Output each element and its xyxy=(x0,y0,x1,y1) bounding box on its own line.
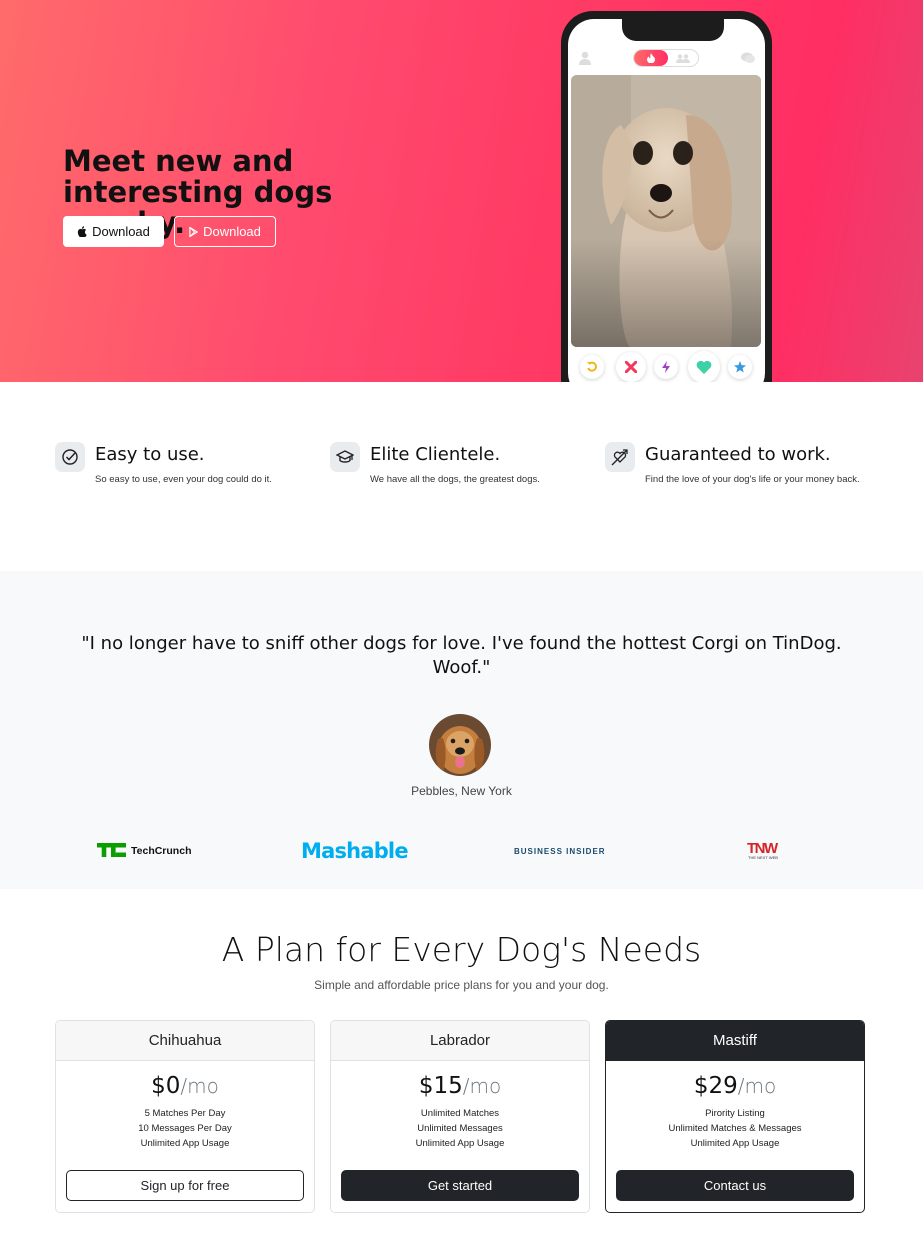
plan-price: $29/mo xyxy=(606,1073,864,1099)
get-started-button[interactable]: Get started xyxy=(341,1170,579,1201)
user-icon xyxy=(579,51,591,65)
plan-feature: Unlimited App Usage xyxy=(140,1138,230,1149)
feature-title: Easy to use. xyxy=(95,444,205,465)
hero-section: Meet new and interesting dogs nearby. Do… xyxy=(0,0,923,382)
feature-text: Find the love of your dog's life or your… xyxy=(645,474,860,485)
apple-download-button[interactable]: Download xyxy=(63,216,164,247)
price-period: /mo xyxy=(462,1074,502,1098)
plan-name: Chihuahua xyxy=(56,1021,314,1061)
plan-feature: Unlimited App Usage xyxy=(415,1138,505,1149)
plan-name: Mastiff xyxy=(606,1021,864,1061)
price-amount: $29 xyxy=(693,1073,738,1099)
price-amount: $15 xyxy=(418,1073,463,1099)
plan-card-chihuahua: Chihuahua $0/mo 5 Matches Per Day 10 Mes… xyxy=(55,1020,315,1213)
play-store-icon xyxy=(189,226,199,237)
apple-icon xyxy=(77,226,87,237)
star-icon xyxy=(734,361,746,373)
plan-feature: Unlimited Matches xyxy=(420,1108,500,1119)
business-insider-logo: BUSINESS INSIDER xyxy=(514,844,614,862)
plan-features: 5 Matches Per Day 10 Messages Per Day Un… xyxy=(56,1106,314,1151)
feature-text: So easy to use, even your dog could do i… xyxy=(95,474,272,485)
pricing-title: A Plan for Every Dog's Needs xyxy=(221,930,702,969)
testimonial-author: Pebbles, New York xyxy=(411,784,512,798)
techcrunch-logo: TechCrunch xyxy=(97,842,205,863)
tnw-subtext: THE NEXT WEB xyxy=(748,855,778,860)
chat-icon xyxy=(741,52,755,63)
feature-text: We have all the dogs, the greatest dogs. xyxy=(370,474,540,485)
heart-arrow-icon xyxy=(605,442,635,472)
plan-feature: Unlimited Matches & Messages xyxy=(668,1123,802,1134)
plan-feature: Unlimited Messages xyxy=(417,1123,503,1134)
plan-name: Labrador xyxy=(331,1021,589,1061)
techcrunch-text: TechCrunch xyxy=(131,845,191,857)
rewind-button[interactable] xyxy=(580,355,604,379)
plan-feature: 10 Messages Per Day xyxy=(138,1123,232,1134)
plan-features: Unlimited Matches Unlimited Messages Unl… xyxy=(331,1106,589,1151)
phone-screen xyxy=(568,19,765,382)
play-store-download-button[interactable]: Download xyxy=(174,216,276,247)
plan-feature: Pirority Listing xyxy=(705,1108,765,1119)
plan-price: $0/mo xyxy=(56,1073,314,1099)
contact-us-button[interactable]: Contact us xyxy=(616,1170,854,1201)
plan-features: Pirority Listing Unlimited Matches & Mes… xyxy=(606,1106,864,1151)
avatar xyxy=(429,714,491,776)
mode-toggle[interactable] xyxy=(633,49,699,67)
like-button[interactable] xyxy=(688,351,720,382)
close-icon xyxy=(625,361,637,373)
feature-title: Guaranteed to work. xyxy=(645,444,831,465)
mashable-logo: Mashable xyxy=(301,836,413,867)
plan-feature: 5 Matches Per Day xyxy=(144,1108,226,1119)
price-amount: $0 xyxy=(151,1073,181,1099)
apple-download-label: Download xyxy=(92,224,150,239)
graduation-cap-icon xyxy=(330,442,360,472)
pricing-subtitle: Simple and affordable price plans for yo… xyxy=(314,978,609,992)
feature-title: Elite Clientele. xyxy=(370,444,501,465)
heart-icon xyxy=(696,360,712,374)
price-period: /mo xyxy=(180,1074,219,1098)
sign-up-button[interactable]: Sign up for free xyxy=(66,1170,304,1201)
nope-button[interactable] xyxy=(616,352,646,382)
testimonial-quote: "I no longer have to sniff other dogs fo… xyxy=(81,633,842,678)
flame-icon xyxy=(647,53,655,63)
super-like-button[interactable] xyxy=(728,355,752,379)
dog-profile-photo xyxy=(571,75,761,347)
testimonial-section: "I no longer have to sniff other dogs fo… xyxy=(0,571,923,889)
plan-card-mastiff: Mastiff $29/mo Pirority Listing Unlimite… xyxy=(605,1020,865,1213)
business-insider-text: BUSINESS INSIDER xyxy=(514,847,606,856)
plan-price: $15/mo xyxy=(331,1073,589,1099)
tnw-logo: TNW THE NEXT WEB xyxy=(747,840,795,867)
check-circle-icon xyxy=(55,442,85,472)
mashable-text: Mashable xyxy=(301,839,408,862)
group-icon xyxy=(676,54,690,63)
rewind-icon xyxy=(587,361,597,372)
boost-button[interactable] xyxy=(654,355,678,379)
plan-feature: Unlimited App Usage xyxy=(690,1138,780,1149)
plan-card-labrador: Labrador $15/mo Unlimited Matches Unlimi… xyxy=(330,1020,590,1213)
play-store-download-label: Download xyxy=(203,224,261,239)
phone-mockup xyxy=(561,11,772,382)
price-period: /mo xyxy=(737,1074,777,1098)
lightning-icon xyxy=(662,361,670,373)
phone-notch xyxy=(622,19,724,41)
